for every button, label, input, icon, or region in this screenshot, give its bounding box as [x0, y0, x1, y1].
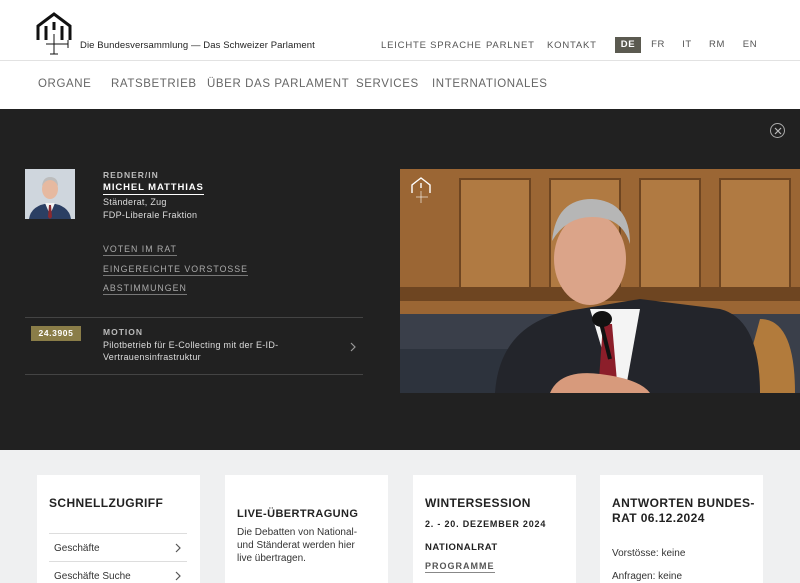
card-schnellzugriff: SCHNELLZUGRIFF Geschäfte Geschäfte Suche [37, 475, 200, 583]
session-dates: 2. - 20. DEZEMBER 2024 [425, 519, 547, 529]
card-title: LIVE-ÜBERTRAGUNG [237, 508, 359, 520]
nav-organe[interactable]: ORGANE [38, 78, 91, 90]
card-title: SCHNELLZUGRIFF [49, 496, 164, 510]
chevron-right-icon [175, 571, 181, 581]
language-it[interactable]: IT [674, 37, 700, 53]
quick-link-label: Geschäfte Suche [54, 571, 131, 582]
speaker-name-link[interactable]: MICHEL MATTHIAS [103, 182, 204, 195]
quick-link-label: Geschäfte [54, 543, 100, 554]
voten-im-rat-link[interactable]: VOTEN IM RAT [103, 244, 177, 256]
parlnet-link[interactable]: PARLNET [486, 40, 535, 51]
parliament-logo-icon[interactable] [36, 12, 72, 56]
close-button[interactable] [770, 123, 785, 138]
nav-ueber-das-parlament[interactable]: ÜBER DAS PARLAMENT [207, 78, 349, 90]
programme-link[interactable]: PROGRAMME [425, 561, 495, 573]
live-stage: REDNER/IN MICHEL MATTHIAS Ständerat, Zug… [0, 109, 800, 450]
card-live-uebertragung[interactable]: LIVE-ÜBERTRAGUNG Die Debatten von Nation… [225, 475, 388, 583]
site-title[interactable]: Die Bundesversammlung — Das Schweizer Pa… [80, 40, 315, 51]
card-wintersession: WINTERSESSION 2. - 20. DEZEMBER 2024 NAT… [413, 475, 576, 583]
speaker-label: REDNER/IN [103, 170, 159, 180]
language-fr[interactable]: FR [645, 37, 671, 53]
speaker-photo [25, 169, 75, 219]
chevron-right-icon [350, 342, 356, 352]
language-rm[interactable]: RM [704, 37, 730, 53]
motion-type: MOTION [103, 327, 143, 337]
quicklinks-section: SCHNELLZUGRIFF Geschäfte Geschäfte Suche… [0, 450, 800, 583]
nav-internationales[interactable]: INTERNATIONALES [432, 78, 548, 90]
quick-link-geschaefte[interactable]: Geschäfte [49, 533, 187, 561]
language-en[interactable]: EN [737, 37, 763, 53]
header: Die Bundesversammlung — Das Schweizer Pa… [0, 0, 800, 61]
nav-services[interactable]: SERVICES [356, 78, 419, 90]
card-title: WINTERSESSION [425, 496, 531, 510]
close-icon [774, 127, 782, 135]
motion-title: Pilotbetrieb für E-Collecting mit der E-… [103, 340, 279, 362]
live-video-player[interactable] [400, 169, 800, 393]
chevron-right-icon [175, 543, 181, 553]
main-navigation: ORGANE RATSBETRIEB ÜBER DAS PARLAMENT SE… [0, 61, 800, 109]
card-title: ANTWORTEN BUNDES-RAT 06.12.2024 [612, 496, 755, 525]
speaker-council: Ständerat, Zug [103, 197, 167, 207]
motion-number-badge: 24.3905 [31, 326, 81, 341]
eingereichte-vorstosse-link[interactable]: EINGEREICHTE VORSTOSSE [103, 264, 249, 276]
quick-link-geschaefte-suche[interactable]: Geschäfte Suche [49, 561, 187, 583]
card-text: Die Debatten von National- und Ständerat… [237, 527, 358, 564]
leichte-sprache-link[interactable]: LEICHTE SPRACHE [381, 40, 482, 51]
session-council: NATIONALRAT [425, 542, 498, 553]
answers-anfragen: Anfragen: keine [612, 571, 683, 582]
language-de[interactable]: DE [615, 37, 641, 53]
card-antworten-bundesrat[interactable]: ANTWORTEN BUNDES-RAT 06.12.2024 Vorstöss… [600, 475, 763, 583]
abstimmungen-link[interactable]: ABSTIMMUNGEN [103, 283, 187, 295]
answers-vorstoesse: Vorstösse: keine [612, 548, 686, 559]
speaker-faction: FDP-Liberale Fraktion [103, 210, 198, 220]
kontakt-link[interactable]: KONTAKT [547, 40, 597, 51]
nav-ratsbetrieb[interactable]: RATSBETRIEB [111, 78, 197, 90]
motion-item[interactable]: 24.3905 MOTION Pilotbetrieb für E-Collec… [25, 317, 363, 375]
